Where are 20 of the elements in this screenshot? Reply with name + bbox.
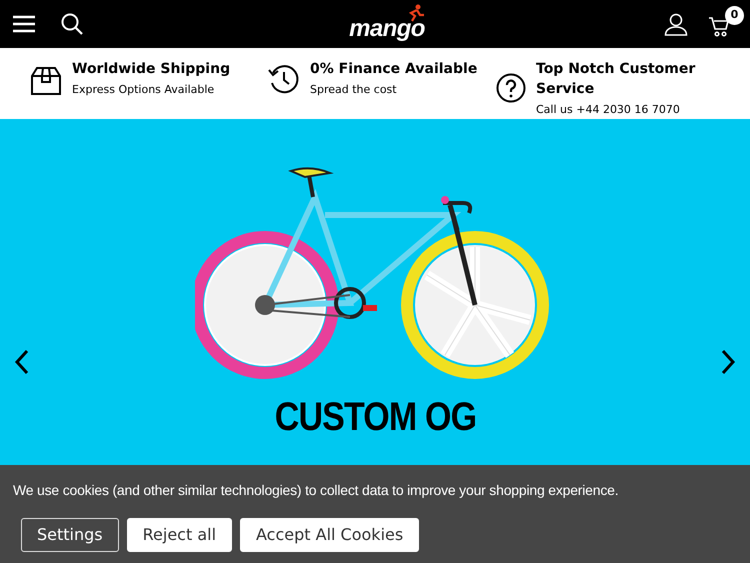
account-icon[interactable] — [664, 12, 688, 36]
feature-subtitle: Express Options Available — [72, 83, 216, 97]
site-logo[interactable]: mango — [349, 4, 429, 44]
feature-title: Worldwide Shipping — [72, 60, 230, 79]
feature-title: 0% Finance Available — [310, 60, 478, 79]
feature-title: Top Notch Customer Service — [536, 60, 696, 99]
cookie-button[interactable]: Settings — [21, 518, 119, 552]
cart-count-badge: 0 — [724, 6, 744, 25]
cart-icon[interactable] — [708, 16, 730, 38]
help-icon — [496, 73, 526, 103]
cookie-button[interactable]: Accept All Cookies — [240, 518, 420, 552]
package-icon — [30, 65, 62, 97]
menu-icon[interactable] — [12, 15, 36, 33]
feature-subtitle: Spread the cost — [310, 83, 398, 97]
cookie-message: We use cookies (and other similar technologies) to collect data to improve your shopping experience. — [13, 481, 620, 500]
search-icon[interactable] — [60, 12, 84, 36]
history-icon — [268, 63, 300, 95]
hero-title: CUSTOM OG — [274, 397, 476, 437]
cookie-button[interactable]: Reject all — [126, 518, 232, 552]
feature-subtitle: Call us +44 2030 16 7070 — [536, 103, 681, 117]
